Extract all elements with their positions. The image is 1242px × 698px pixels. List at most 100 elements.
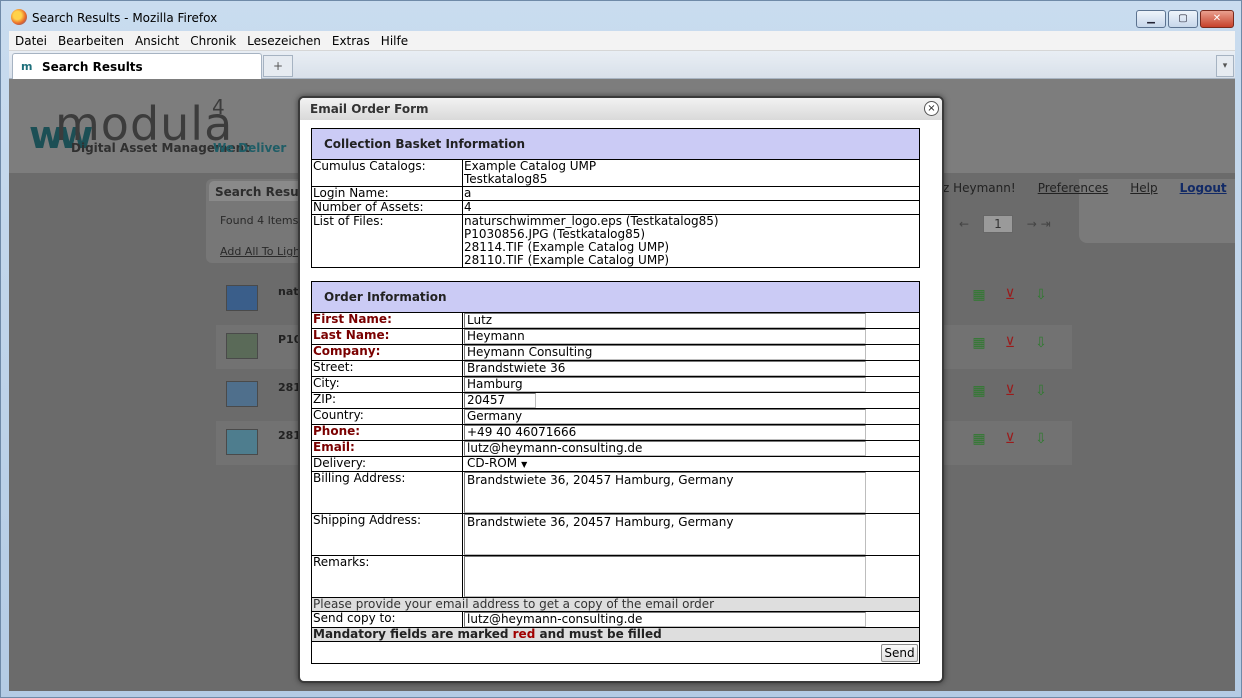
download-icon[interactable]: ⇩: [1033, 287, 1049, 303]
country-field[interactable]: Germany: [464, 409, 866, 424]
catalogs-value: Example Catalog UMP Testkatalog85: [462, 159, 920, 187]
delivery-label: Delivery:: [311, 456, 463, 472]
greeting: z Heymann!: [943, 181, 1016, 195]
last-name-label: Last Name:: [311, 328, 463, 345]
basket-info-table: Collection Basket Information Cumulus Ca…: [311, 128, 920, 268]
billing-address-field[interactable]: Brandstwiete 36, 20457 Hamburg, Germany: [464, 472, 866, 513]
dialog-title: Email Order Form: [310, 102, 429, 116]
modula-favicon-icon: m: [21, 60, 33, 73]
asset-actions: ▦ ⊻ ⇩: [971, 335, 1064, 351]
order-section-header: Order Information: [311, 281, 920, 313]
page-number[interactable]: 1: [982, 215, 1013, 233]
menu-hilfe[interactable]: Hilfe: [375, 31, 413, 49]
remarks-field[interactable]: [464, 556, 866, 597]
maximize-button[interactable]: ▢: [1168, 10, 1198, 28]
mandatory-note: Mandatory fields are marked red and must…: [311, 627, 920, 642]
browser-window: Search Results - Mozilla Firefox ▁ ▢ ✕ D…: [0, 0, 1242, 698]
download-icon[interactable]: ⇩: [1033, 335, 1049, 351]
asset-actions: ▦ ⊻ ⇩: [971, 431, 1064, 447]
asset-thumbnail[interactable]: [226, 285, 258, 311]
email-order-dialog: Email Order Form × Collection Basket Inf…: [298, 96, 944, 683]
files-label: List of Files:: [311, 214, 463, 268]
street-field[interactable]: Brandstwiete 36: [464, 361, 866, 376]
catalogs-label: Cumulus Catalogs:: [311, 159, 463, 187]
order-info-table: Order Information First Name: Lutz Last …: [311, 281, 920, 664]
menu-ansicht[interactable]: Ansicht: [129, 31, 184, 49]
last-name-field[interactable]: Heymann: [464, 329, 866, 344]
assets-value: 4: [462, 200, 920, 215]
country-label: Country:: [311, 408, 463, 425]
basket-icon[interactable]: ⊻: [1002, 431, 1018, 447]
menu-extras[interactable]: Extras: [326, 31, 375, 49]
email-field[interactable]: lutz@heymann-consulting.de: [464, 441, 866, 456]
lightbox-icon[interactable]: ▦: [971, 383, 987, 399]
pager: ← 1 → ⇥: [959, 215, 1051, 233]
shipping-address-field[interactable]: Brandstwiete 36, 20457 Hamburg, Germany: [464, 514, 866, 555]
login-label: Login Name:: [311, 186, 463, 201]
asset-thumbnail[interactable]: [226, 381, 258, 407]
company-label: Company:: [311, 344, 463, 361]
minimize-button[interactable]: ▁: [1136, 10, 1166, 28]
asset-thumbnail[interactable]: [226, 429, 258, 455]
found-count: Found 4 Items: [220, 214, 299, 227]
lightbox-icon[interactable]: ▦: [971, 431, 987, 447]
basket-icon[interactable]: ⊻: [1002, 335, 1018, 351]
asset-actions: ▦ ⊻ ⇩: [971, 287, 1064, 303]
menu-lesezeichen[interactable]: Lesezeichen: [241, 31, 326, 49]
next-arrow-icon[interactable]: →: [1027, 217, 1037, 231]
city-label: City:: [311, 376, 463, 393]
first-name-label: First Name:: [311, 312, 463, 329]
chevron-down-icon: ▼: [521, 460, 528, 469]
phone-label: Phone:: [311, 424, 463, 441]
login-value: a: [462, 186, 920, 201]
add-all-link[interactable]: Add All To Light: [220, 245, 304, 258]
remarks-label: Remarks:: [311, 555, 463, 598]
lightbox-icon[interactable]: ▦: [971, 287, 987, 303]
help-link[interactable]: Help: [1130, 181, 1157, 195]
file-item: 28110.TIF (Example Catalog UMP): [464, 253, 670, 267]
new-tab-button[interactable]: +: [263, 55, 293, 77]
logo-superscript: 4: [212, 95, 225, 119]
assets-label: Number of Assets:: [311, 200, 463, 215]
close-window-button[interactable]: ✕: [1200, 10, 1234, 28]
company-field[interactable]: Heymann Consulting: [464, 345, 866, 360]
send-row: Send: [311, 641, 920, 664]
send-button[interactable]: Send: [881, 644, 918, 662]
menu-chronik[interactable]: Chronik: [184, 31, 241, 49]
menu-bar: Datei Bearbeiten Ansicht Chronik Lesezeichen…: [9, 31, 1235, 51]
files-value: naturschwimmer_logo.eps (Testkatalog85) …: [462, 214, 920, 268]
download-icon[interactable]: ⇩: [1033, 431, 1049, 447]
basket-icon[interactable]: ⊻: [1002, 383, 1018, 399]
dialog-header: Email Order Form ×: [300, 98, 942, 120]
last-page-icon[interactable]: ⇥: [1041, 217, 1051, 231]
tab-search-results[interactable]: m Search Results: [12, 53, 262, 79]
basket-section-header: Collection Basket Information: [311, 128, 920, 160]
close-icon[interactable]: ×: [924, 101, 939, 116]
phone-field[interactable]: +49 40 46071666: [464, 425, 866, 440]
top-links: z Heymann! Preferences Help Logout: [943, 181, 1235, 195]
send-copy-label: Send copy to:: [311, 611, 463, 628]
menu-datei[interactable]: Datei: [9, 31, 52, 49]
logo-tagline-accent: We Deliver: [213, 141, 287, 155]
logout-link[interactable]: Logout: [1180, 181, 1227, 195]
download-icon[interactable]: ⇩: [1033, 383, 1049, 399]
asset-thumbnail[interactable]: [226, 333, 258, 359]
tab-label: Search Results: [42, 60, 143, 74]
asset-name: nat: [278, 285, 299, 298]
tab-list-button[interactable]: ▾: [1216, 55, 1234, 77]
tab-bar: m Search Results + ▾: [9, 51, 1235, 79]
billing-label: Billing Address:: [311, 471, 463, 514]
city-field[interactable]: Hamburg: [464, 377, 866, 392]
window-title: Search Results - Mozilla Firefox: [32, 11, 218, 25]
asset-actions: ▦ ⊻ ⇩: [971, 383, 1064, 399]
basket-icon[interactable]: ⊻: [1002, 287, 1018, 303]
prev-arrow-icon[interactable]: ←: [959, 217, 969, 231]
title-bar: Search Results - Mozilla Firefox ▁ ▢ ✕: [1, 1, 1241, 31]
zip-field[interactable]: 20457: [464, 393, 536, 408]
menu-bearbeiten[interactable]: Bearbeiten: [52, 31, 129, 49]
preferences-link[interactable]: Preferences: [1038, 181, 1109, 195]
first-name-field[interactable]: Lutz: [464, 313, 866, 328]
send-copy-field[interactable]: lutz@heymann-consulting.de: [464, 612, 866, 627]
delivery-select[interactable]: CD-ROM ▼: [464, 457, 530, 471]
lightbox-icon[interactable]: ▦: [971, 335, 987, 351]
